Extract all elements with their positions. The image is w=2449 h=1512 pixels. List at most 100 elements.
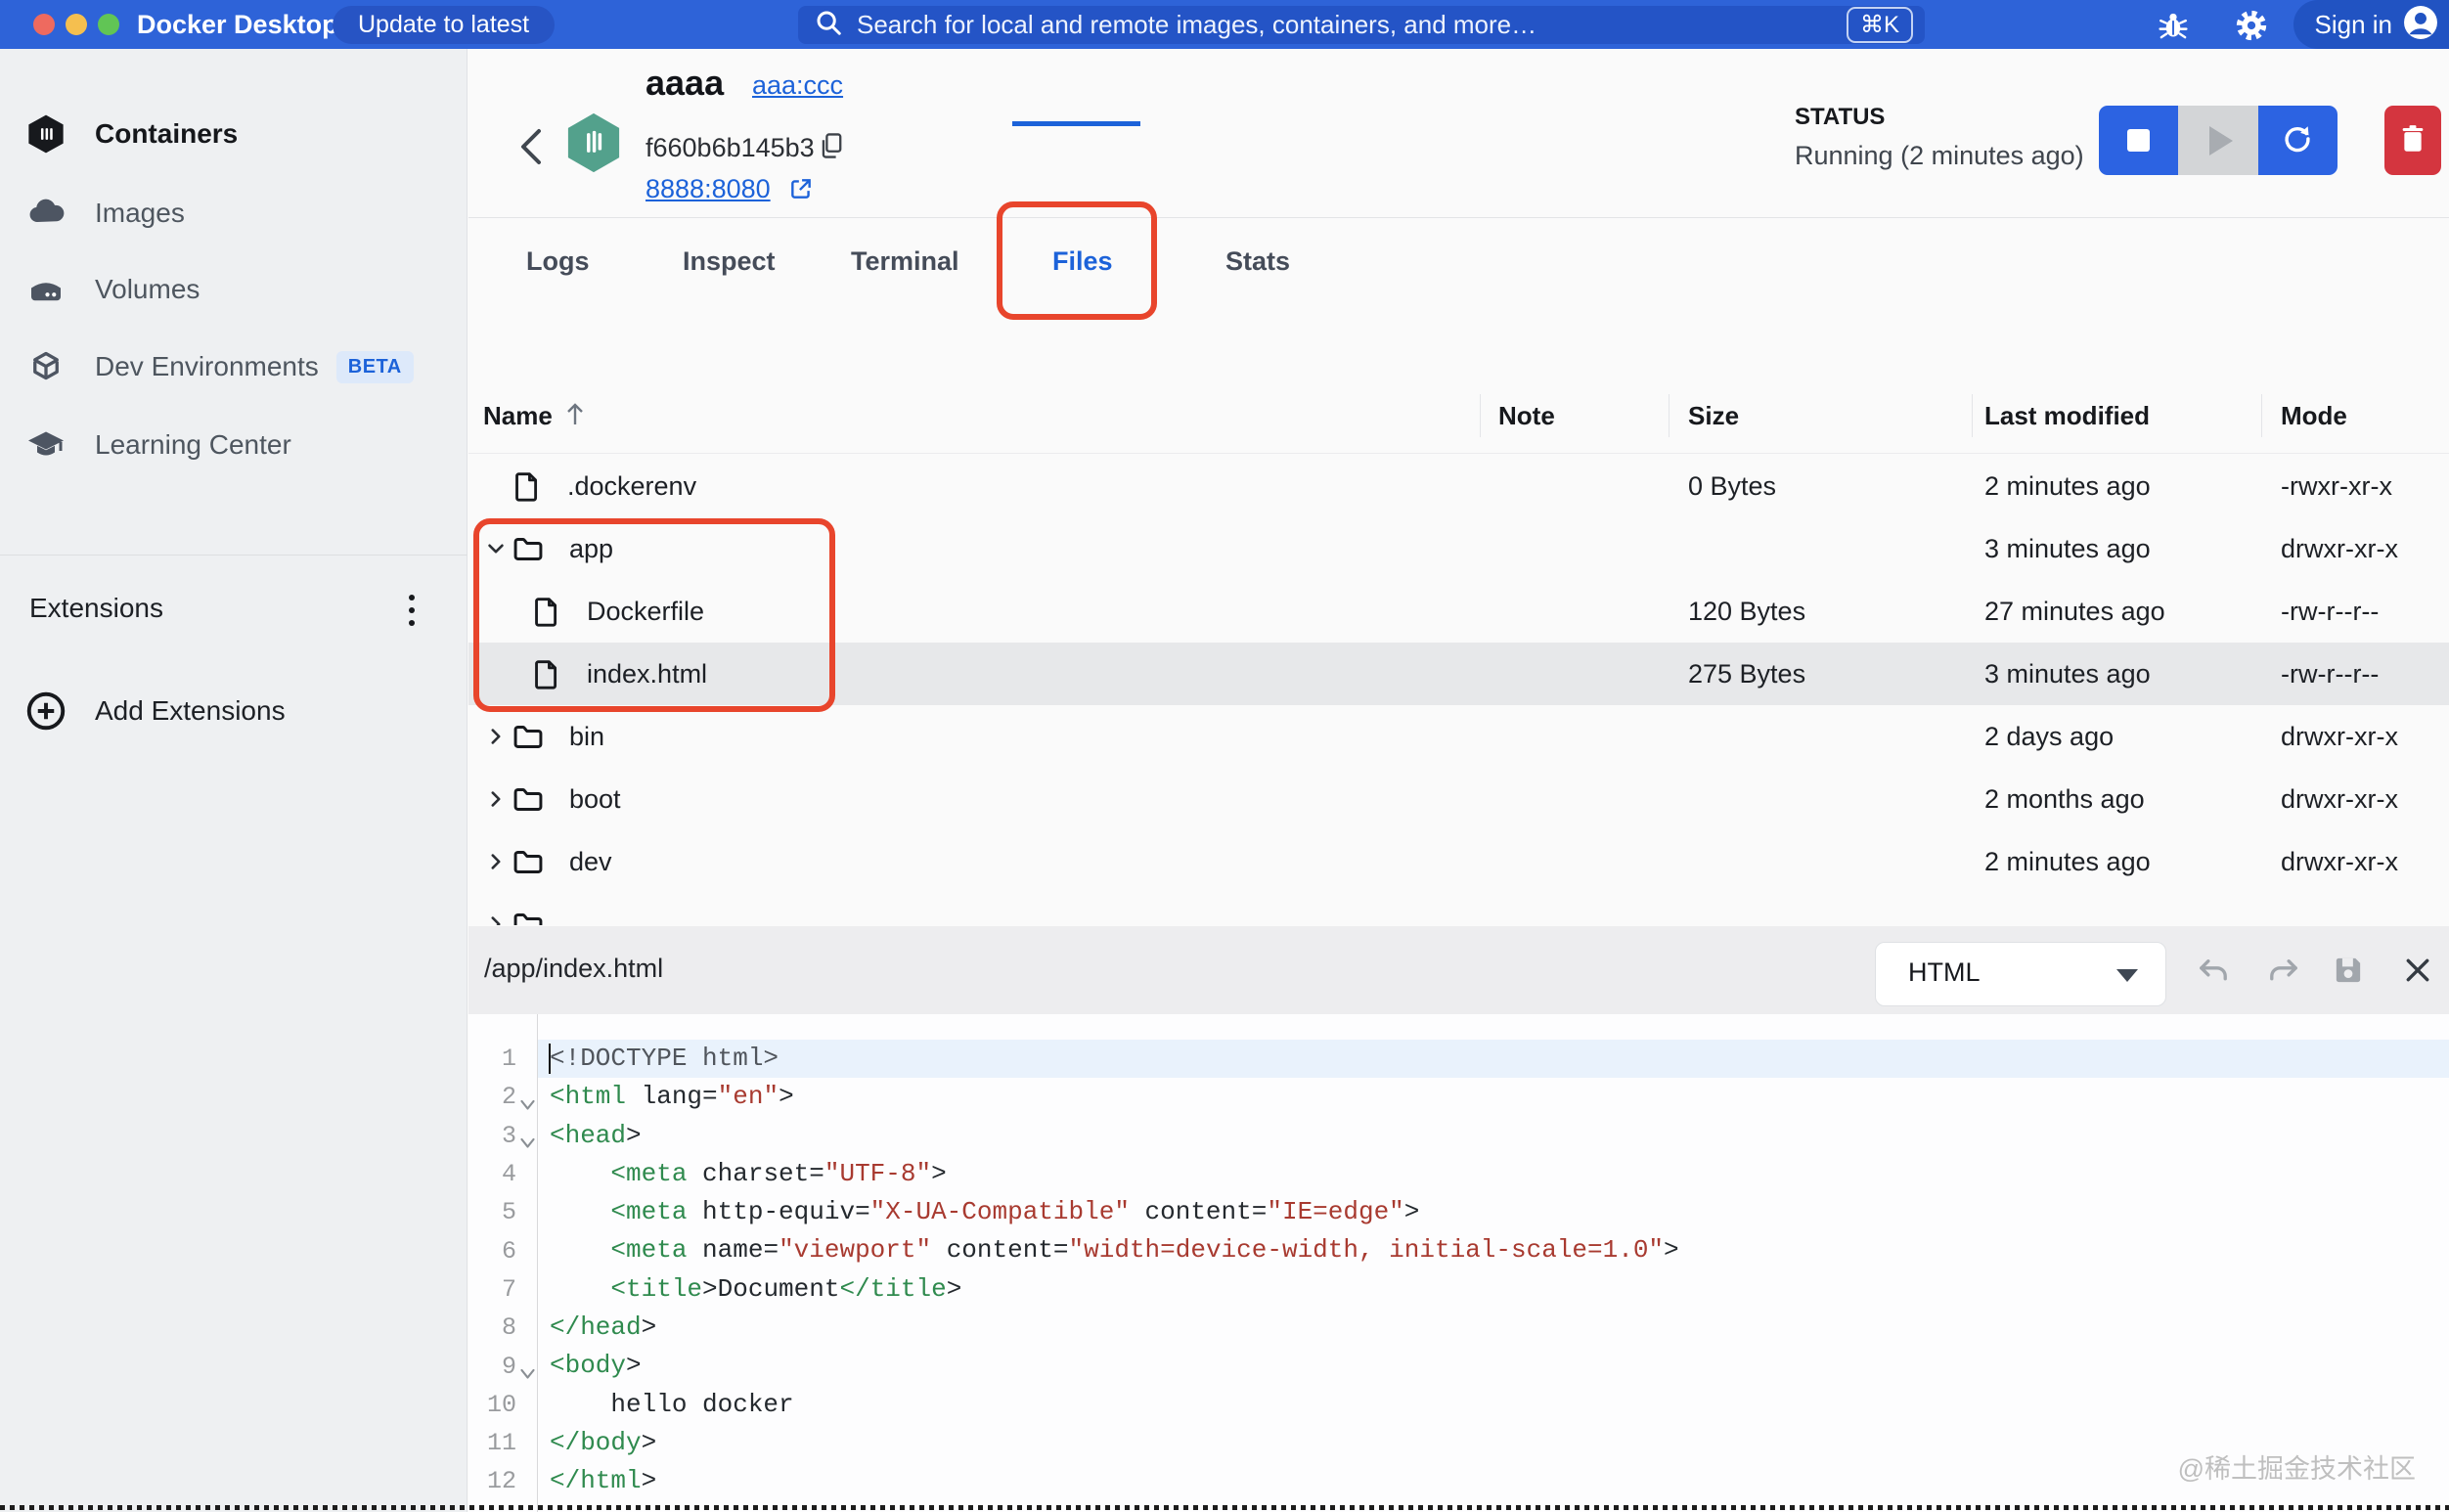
code-content: <body> [538,1347,2449,1385]
fold-spacer [516,1274,538,1304]
fold-arrow-icon[interactable] [516,1121,538,1150]
tab-inspect[interactable]: Inspect [683,246,776,277]
code-line-5[interactable]: 5 <meta http-equiv="X-UA-Compatible" con… [468,1193,2449,1231]
sign-in-button[interactable]: Sign in [2293,0,2449,49]
file-name: bin [569,722,604,752]
restart-button[interactable] [2258,106,2338,175]
table-row-index.html[interactable]: index.html275 Bytes3 minutes ago-rw-r--r… [468,643,2449,705]
main-panel: aaaa aaa:ccc f660b6b145b3 8888:8080 STAT… [468,49,2449,1512]
language-select[interactable]: HTML [1875,942,2166,1006]
code-line-9[interactable]: 9<body> [468,1347,2449,1385]
chevron-right-icon[interactable] [483,913,509,925]
column-header-mode[interactable]: Mode [2261,391,2449,440]
cell-mode: drwxr-xr-x [2261,722,2449,752]
copy-icon[interactable] [818,131,845,165]
sidebar-item-containers[interactable]: Containers [0,104,468,164]
code-line-2[interactable]: 2<html lang="en"> [468,1078,2449,1116]
save-icon[interactable] [2332,954,2367,989]
table-row-Dockerfile[interactable]: Dockerfile120 Bytes27 minutes ago-rw-r--… [468,580,2449,643]
delete-button[interactable] [2384,106,2441,175]
file-name: index.html [587,659,707,689]
sidebar-item-dev-environments[interactable]: Dev EnvironmentsBETA [0,336,468,397]
active-tab-underline [1012,121,1140,126]
close-editor-icon[interactable] [2401,954,2436,989]
files-table-body: .dockerenv0 Bytes2 minutes ago-rwxr-xr-x… [468,455,2449,926]
plus-circle-icon [25,690,67,732]
search-input[interactable]: Search for local and remote images, cont… [798,6,1925,44]
table-row-.dockerenv[interactable]: .dockerenv0 Bytes2 minutes ago-rwxr-xr-x [468,455,2449,517]
redo-icon[interactable] [2266,954,2301,989]
undo-icon[interactable] [2196,954,2231,989]
table-row-boot[interactable]: boot2 months agodrwxr-xr-x [468,768,2449,830]
bottom-dotted-edge [0,1505,2449,1510]
file-icon [532,596,561,627]
chevron-right-icon[interactable] [483,726,509,747]
tab-stats[interactable]: Stats [1225,246,1290,277]
image-tag-link[interactable]: aaa:ccc [752,70,843,101]
folder-icon [512,847,544,876]
code-content: <head> [538,1117,2449,1155]
column-header-note[interactable]: Note [1480,391,1669,440]
sign-in-label: Sign in [2315,10,2393,40]
sidebar-item-label: Containers [95,118,238,150]
table-row-dev[interactable]: dev2 minutes agodrwxr-xr-x [468,830,2449,893]
container-name: aaaa [646,63,724,104]
back-icon[interactable] [515,125,545,173]
code-line-4[interactable]: 4 <meta charset="UTF-8"> [468,1155,2449,1193]
table-row-bin[interactable]: bin2 days agodrwxr-xr-x [468,705,2449,768]
beta-badge: BETA [336,351,414,383]
sidebar-item-learning-center[interactable]: Learning Center [0,415,468,475]
bug-report-icon[interactable] [2157,9,2190,42]
table-row-app[interactable]: app3 minutes agodrwxr-xr-x [468,517,2449,580]
line-number: 8 [468,1313,516,1342]
cell-modified: 3 minutes ago [1972,659,2261,689]
fold-arrow-icon[interactable] [516,1352,538,1381]
fold-arrow-icon[interactable] [516,1083,538,1112]
code-line-7[interactable]: 7 <title>Document</title> [468,1270,2449,1309]
stop-button[interactable] [2099,106,2178,175]
chevron-right-icon[interactable] [483,851,509,872]
fold-spacer [516,1467,538,1496]
code-line-6[interactable]: 6 <meta name="viewport" content="width=d… [468,1231,2449,1269]
window-minimize-button[interactable] [66,14,87,35]
code-content: <meta name="viewport" content="width=dev… [538,1231,2449,1269]
file-icon [532,658,561,689]
cell-mode: drwxr-xr-x [2261,534,2449,564]
file-icon [512,470,542,502]
start-button-disabled[interactable] [2178,106,2257,175]
update-to-latest-button[interactable]: Update to latest [333,6,555,44]
file-name: Dockerfile [587,597,704,627]
tab-logs[interactable]: Logs [526,246,590,277]
search-placeholder: Search for local and remote images, cont… [857,10,1847,40]
window-close-button[interactable] [33,14,55,35]
code-line-1[interactable]: 1<!DOCTYPE html> [468,1040,2449,1078]
chevron-down-icon[interactable] [483,538,509,559]
cell-mode: drwxr-xr-x [2261,784,2449,815]
column-header-last-modified[interactable]: Last modified [1972,391,2261,440]
extensions-menu-icon[interactable] [395,589,428,632]
chevron-right-icon[interactable] [483,788,509,810]
line-number: 6 [468,1237,516,1266]
window-zoom-button[interactable] [98,14,119,35]
sidebar-item-label: Dev EnvironmentsBETA [95,351,414,383]
line-number: 3 [468,1122,516,1150]
keyboard-shortcut-badge: ⌘K [1847,7,1913,43]
code-line-10[interactable]: 10 hello docker [468,1386,2449,1424]
column-header-size[interactable]: Size [1669,391,1972,440]
code-line-8[interactable]: 8</head> [468,1309,2449,1347]
sidebar-item-images[interactable]: Images [0,183,468,244]
external-link-icon[interactable] [788,176,814,206]
file-name: app [569,534,613,564]
add-extensions-button[interactable]: Add Extensions [0,681,468,741]
trash-icon [2399,124,2427,156]
code-editor[interactable]: 1<!DOCTYPE html>2<html lang="en"> 3 <head>… [468,1014,2449,1512]
sidebar-item-volumes[interactable]: Volumes [0,259,468,320]
code-line-3[interactable]: 3 <head> [468,1117,2449,1155]
settings-gear-icon[interactable] [2235,9,2268,42]
tab-files[interactable]: Files [1052,246,1113,277]
port-mapping-link[interactable]: 8888:8080 [646,174,771,204]
tab-terminal[interactable]: Terminal [851,246,959,277]
table-row-partial[interactable] [468,893,2449,925]
fold-spacer [516,1198,538,1227]
column-header-name[interactable]: Name [468,391,1480,440]
